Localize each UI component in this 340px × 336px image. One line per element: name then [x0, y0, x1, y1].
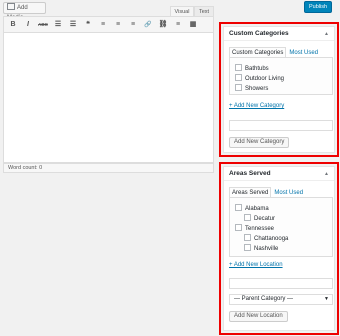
content-editor[interactable] [3, 33, 214, 163]
chevron-down-icon: ▼ [324, 296, 329, 302]
align-left-button[interactable]: ≡ [97, 19, 109, 31]
list-item[interactable]: Showers [235, 84, 268, 93]
checkbox[interactable] [235, 204, 242, 211]
italic-button[interactable]: I [22, 19, 34, 31]
align-right-button[interactable]: ≡ [127, 19, 139, 31]
numbered-list-button[interactable]: ☰ [67, 19, 79, 31]
add-new-category-link[interactable]: + Add New Category [229, 103, 284, 109]
custom-categories-tabs: Custom Categories Most Used [229, 47, 321, 59]
item-label: Bathtubs [245, 66, 269, 72]
media-icon [7, 3, 15, 10]
item-label: Tennessee [245, 226, 275, 232]
remove-link-button[interactable]: ⛓ [157, 19, 169, 31]
checkbox[interactable] [244, 234, 251, 241]
item-label: Outdoor Living [245, 76, 285, 82]
areas-served-tabs: Areas Served Most Used [229, 187, 306, 199]
collapse-caret-icon[interactable]: ▲ [324, 27, 329, 41]
align-center-button[interactable]: ≡ [112, 19, 124, 31]
areas-served-title[interactable]: Areas Served ▲ [224, 167, 334, 181]
custom-categories-panel: Custom Categories ▲ Custom Categories Mos… [223, 26, 335, 153]
word-count: Word count: 0 [3, 163, 214, 173]
areas-served-list: Alabama Decatur Tennessee Chattanooga Na… [229, 197, 333, 257]
areas-served-highlight: Areas Served ▲ Areas Served Most Used Ala… [219, 162, 339, 335]
areas-served-title-text: Areas Served [229, 170, 271, 177]
editor-toolbar: B I ABC ☰ ☰ ❝ ≡ ≡ ≡ 🔗 ⛓ ≡ ▦ [3, 16, 214, 33]
list-item[interactable]: Decatur [244, 214, 275, 223]
list-item[interactable]: Nashville [244, 244, 278, 253]
checkbox[interactable] [235, 64, 242, 71]
checkbox[interactable] [235, 84, 242, 91]
item-label: Nashville [254, 246, 279, 252]
add-new-location-button[interactable]: Add New Location [229, 311, 288, 322]
item-label: Showers [245, 86, 269, 92]
toolbar-toggle-button[interactable]: ▦ [187, 19, 199, 31]
checkbox[interactable] [244, 244, 251, 251]
list-item[interactable]: Chattanooga [244, 234, 288, 243]
areas-served-panel: Areas Served ▲ Areas Served Most Used Ala… [223, 166, 335, 331]
custom-categories-title[interactable]: Custom Categories ▲ [224, 27, 334, 41]
blockquote-button[interactable]: ❝ [82, 19, 94, 31]
insert-link-button[interactable]: 🔗 [142, 19, 154, 31]
list-item[interactable]: Bathtubs [235, 64, 269, 73]
new-category-input[interactable] [229, 120, 333, 131]
publish-button[interactable]: Publish [304, 1, 332, 13]
list-item[interactable]: Tennessee [235, 224, 274, 233]
add-new-location-link[interactable]: + Add New Location [229, 262, 283, 268]
add-media-button[interactable]: Add Media [3, 2, 46, 21]
parent-category-value: — Parent Category — [234, 296, 294, 302]
tab-visual[interactable]: Visual [170, 6, 194, 16]
checkbox[interactable] [244, 214, 251, 221]
tab-text[interactable]: Text [194, 6, 214, 16]
custom-categories-title-text: Custom Categories [229, 30, 289, 37]
read-more-button[interactable]: ≡ [172, 19, 184, 31]
strikethrough-button[interactable]: ABC [37, 19, 49, 31]
collapse-caret-icon[interactable]: ▲ [324, 167, 329, 181]
bold-button[interactable]: B [7, 19, 19, 31]
bulleted-list-button[interactable]: ☰ [52, 19, 64, 31]
custom-categories-highlight: Custom Categories ▲ Custom Categories Mos… [219, 22, 339, 157]
item-label: Decatur [254, 216, 276, 222]
parent-category-select[interactable]: — Parent Category — ▼ [229, 294, 333, 305]
checkbox[interactable] [235, 224, 242, 231]
list-item[interactable]: Alabama [235, 204, 269, 213]
new-location-input[interactable] [229, 278, 333, 289]
item-label: Chattanooga [254, 236, 289, 242]
list-item[interactable]: Outdoor Living [235, 74, 284, 83]
custom-categories-list: Bathtubs Outdoor Living Showers [229, 57, 333, 95]
add-new-category-button[interactable]: Add New Category [229, 137, 290, 148]
checkbox[interactable] [235, 74, 242, 81]
item-label: Alabama [245, 206, 269, 212]
